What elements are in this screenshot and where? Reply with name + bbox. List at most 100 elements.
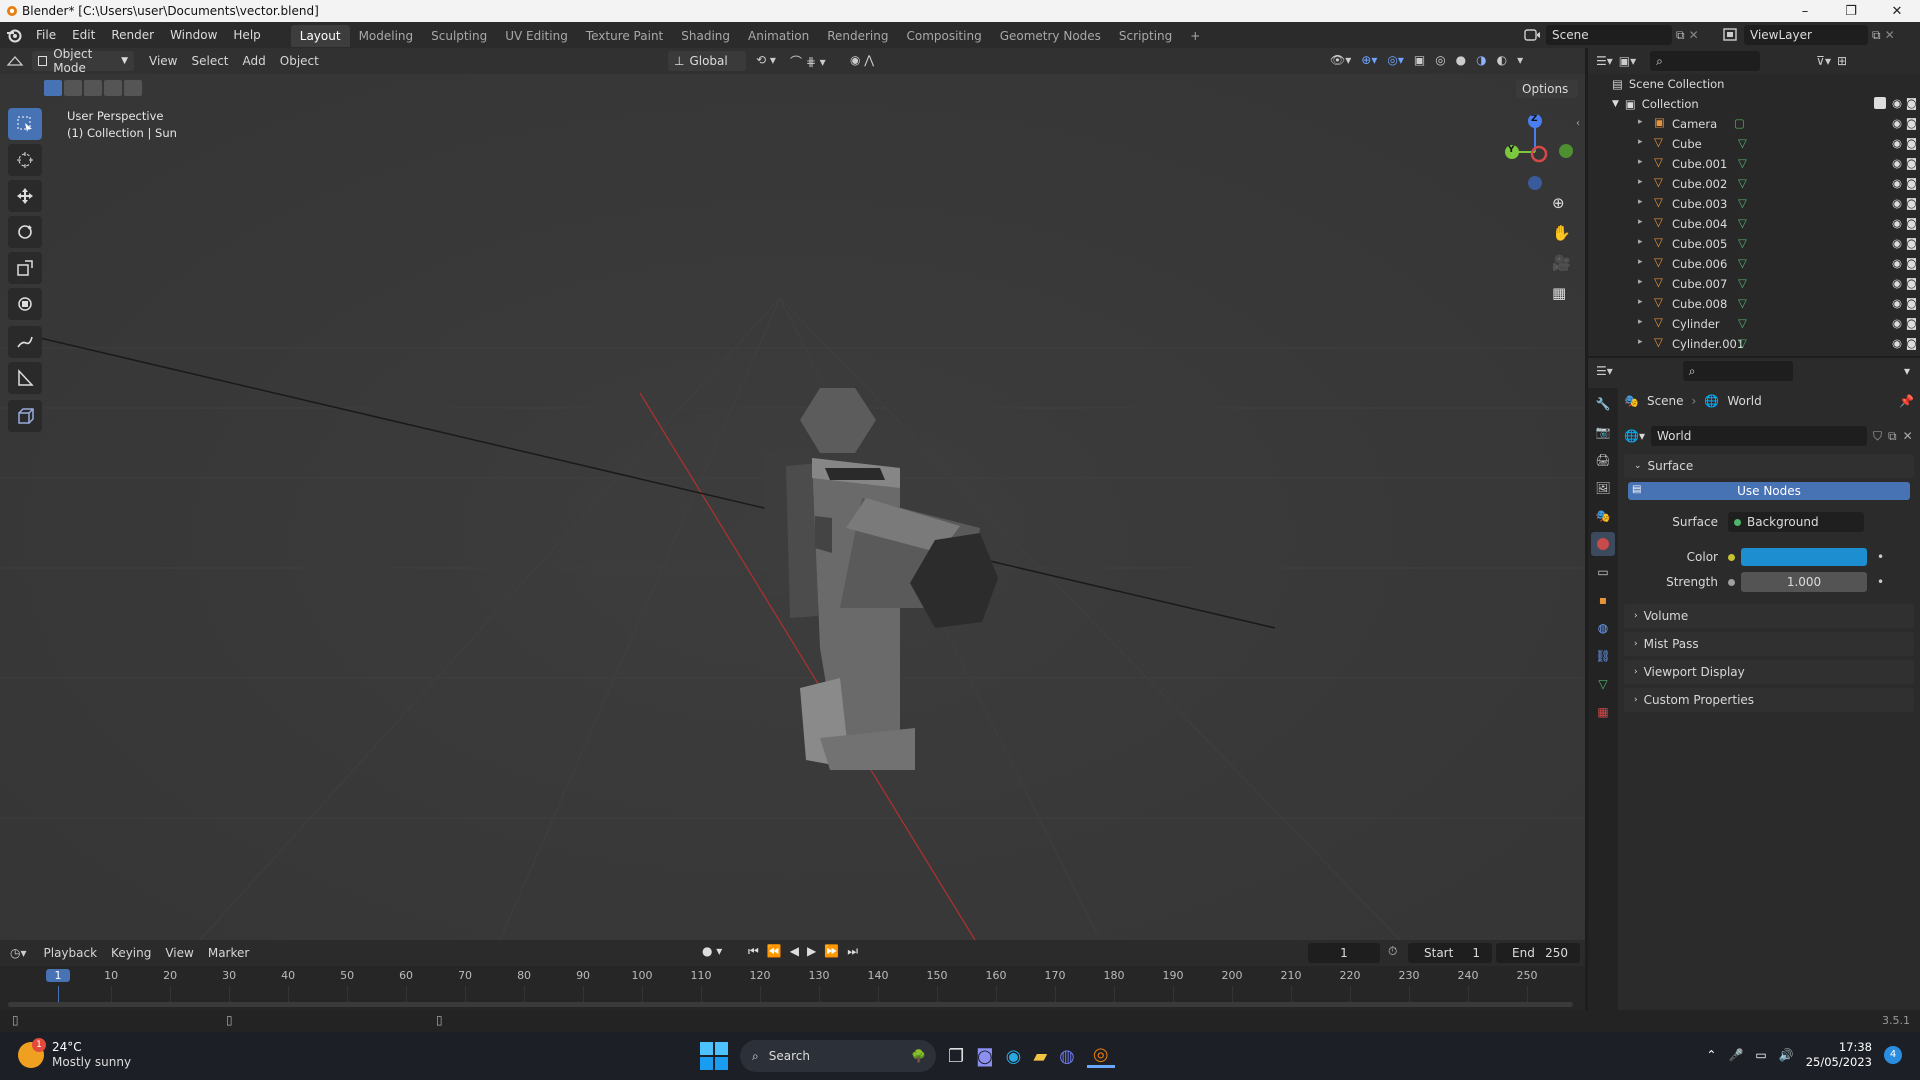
viewport-menu-view[interactable]: View [142,48,184,74]
task-view-icon[interactable]: ❐ [948,1046,964,1067]
outliner-object-row[interactable]: ▸ ▽ Cylinder ▽ ◉ ◙ [1588,314,1920,334]
output-tab-icon[interactable]: 🖨 [1591,448,1615,472]
timeline-menu-keying[interactable]: Keying [104,940,158,966]
scene-selector-icon[interactable] [1524,27,1542,43]
measure-tool[interactable] [8,362,42,394]
scale-tool[interactable] [8,252,42,284]
jump-end-icon[interactable]: ⏭ [847,944,858,959]
select-subtract-icon[interactable] [84,80,102,96]
viewport-menu-add[interactable]: Add [236,48,273,74]
new-collection-icon[interactable]: ⊞ [1837,54,1847,68]
auto-keying-icon[interactable]: ● ▾ [702,944,722,958]
discord-icon[interactable]: ◍ [1059,1046,1075,1067]
minimize-button[interactable]: – [1782,0,1828,22]
cursor-tool[interactable] [8,144,42,176]
select-invert-icon[interactable] [104,80,122,96]
tab-sculpting[interactable]: Sculpting [422,25,496,47]
stopwatch-icon[interactable]: ⏱ [1388,944,1397,959]
edge-icon[interactable]: ◉ [1006,1046,1022,1067]
outliner-object-row[interactable]: ▸ ▽ Cube.003 ▽ ◉ ◙ [1588,194,1920,214]
camera-render-icon[interactable]: ◙ [1906,276,1917,290]
outliner-object-row[interactable]: ▸ ▽ Cube.006 ▽ ◉ ◙ [1588,254,1920,274]
current-frame-field[interactable]: 1 [1308,943,1380,963]
tab-uv-editing[interactable]: UV Editing [496,25,577,47]
collection-tab-icon[interactable]: ▭ [1591,560,1615,584]
duplicate-world-icon[interactable]: ⧉ [1888,429,1897,444]
rendered-shading-icon[interactable]: ◐ [1497,53,1507,67]
view-layer-icon[interactable] [1722,27,1740,43]
camera-render-icon[interactable]: ◙ [1906,96,1917,110]
wireframe-shading-icon[interactable]: ◎ [1435,53,1445,67]
eye-icon[interactable]: ◉ [1892,316,1902,330]
add-cube-tool[interactable] [8,400,42,432]
snap-icon[interactable]: ⌒ ⋕ ▾ [790,53,826,70]
remove-scene-icon[interactable]: ✕ [1689,28,1699,42]
eye-icon[interactable]: ◉ [1892,176,1902,190]
camera-render-icon[interactable]: ◙ [1906,176,1917,190]
play-reverse-icon[interactable]: ◀ [790,944,799,959]
weather-widget[interactable]: 1 24°C Mostly sunny [18,1038,131,1070]
windows-start-icon[interactable] [700,1042,728,1070]
eye-icon[interactable]: ◉ [1892,196,1902,210]
pin-icon[interactable]: 📌 [1899,394,1914,408]
tool-tab-icon[interactable]: 🔧 [1591,392,1615,416]
play-icon[interactable]: ▶ [807,944,816,959]
collection-checkbox[interactable] [1874,97,1886,109]
remove-view-layer-icon[interactable]: ✕ [1885,28,1895,42]
scene-tab-icon[interactable]: 🎭 [1591,504,1615,528]
tab-rendering[interactable]: Rendering [818,25,897,47]
xray-icon[interactable]: ▣ [1414,53,1425,67]
strength-field[interactable]: 1.000 [1741,572,1867,592]
outliner-search-input[interactable]: ⌕ [1650,51,1761,71]
select-extend-icon[interactable] [64,80,82,96]
network-icon[interactable]: ▭ [1755,1048,1766,1062]
render-tab-icon[interactable]: 📷 [1591,420,1615,444]
material-shading-icon[interactable]: ◑ [1476,53,1486,67]
add-workspace-button[interactable]: + [1181,25,1209,47]
shading-options-icon[interactable]: ▾ [1517,53,1523,67]
outliner-object-row[interactable]: ▸ ▽ Cube.004 ▽ ◉ ◙ [1588,214,1920,234]
physics-tab-icon[interactable]: ◍ [1591,616,1615,640]
camera-render-icon[interactable]: ◙ [1906,156,1917,170]
outliner-object-row[interactable]: ▸ ▽ Cylinder.001 ▽ ◉ ◙ [1588,334,1920,354]
end-frame-field[interactable]: End 250 [1496,943,1580,963]
tab-animation[interactable]: Animation [739,25,818,47]
use-nodes-button[interactable]: ▤ Use Nodes [1628,482,1910,500]
properties-panel-header[interactable]: › Mist Pass [1624,632,1914,656]
world-tab-icon[interactable] [1591,532,1615,556]
outliner-object-row[interactable]: ▸ ▽ Cube.005 ▽ ◉ ◙ [1588,234,1920,254]
texture-tab-icon[interactable]: ▦ [1591,700,1615,724]
camera-render-icon[interactable]: ◙ [1906,336,1917,350]
view-layer-field[interactable]: ViewLayer [1744,25,1868,45]
properties-panel-header[interactable]: › Volume [1624,604,1914,628]
surface-panel-header[interactable]: ⌄ Surface [1624,454,1914,478]
gizmo-toggle-icon[interactable]: ⊕▾ [1361,53,1377,67]
transform-tool[interactable] [8,288,42,320]
filter-icon[interactable]: ⊽▾ [1816,54,1831,68]
outliner-scene-collection[interactable]: ▤ Scene Collection [1588,74,1920,94]
visibility-icon[interactable]: 👁▾ [1330,53,1351,67]
3d-viewport[interactable] [0,48,1585,940]
taskbar-search-box[interactable]: ⌕ Search 🌳 [740,1040,936,1072]
camera-render-icon[interactable]: ◙ [1906,216,1917,230]
tab-layout[interactable]: Layout [290,25,350,47]
proportional-editing-icon[interactable]: ◉ ⋀ [850,53,874,67]
timeline-editor-icon[interactable]: ◷▾ [10,946,27,960]
new-scene-icon[interactable]: ⧉ [1676,28,1685,43]
keyframe-dot-icon[interactable]: • [1877,575,1884,589]
volume-icon[interactable]: 🔊 [1779,1048,1794,1062]
solid-shading-icon[interactable]: ● [1456,53,1466,67]
select-box-tool[interactable] [8,108,42,140]
world-color-swatch[interactable] [1741,548,1867,566]
move-tool[interactable] [8,180,42,212]
timeline-menu-playback[interactable]: Playback [37,940,105,966]
unlink-world-icon[interactable]: ✕ [1903,429,1913,443]
outliner-editor-icon[interactable]: ☰▾ [1596,54,1613,68]
tab-scripting[interactable]: Scripting [1110,25,1181,47]
eye-icon[interactable]: ◉ [1892,236,1902,250]
ortho-grid-icon[interactable]: ▦ [1552,284,1571,302]
eye-icon[interactable]: ◉ [1892,116,1902,130]
show-hidden-icons[interactable]: ⌃ [1706,1048,1716,1062]
viewport-menu-select[interactable]: Select [184,48,235,74]
view-layer-tab-icon[interactable]: 🖼 [1591,476,1615,500]
